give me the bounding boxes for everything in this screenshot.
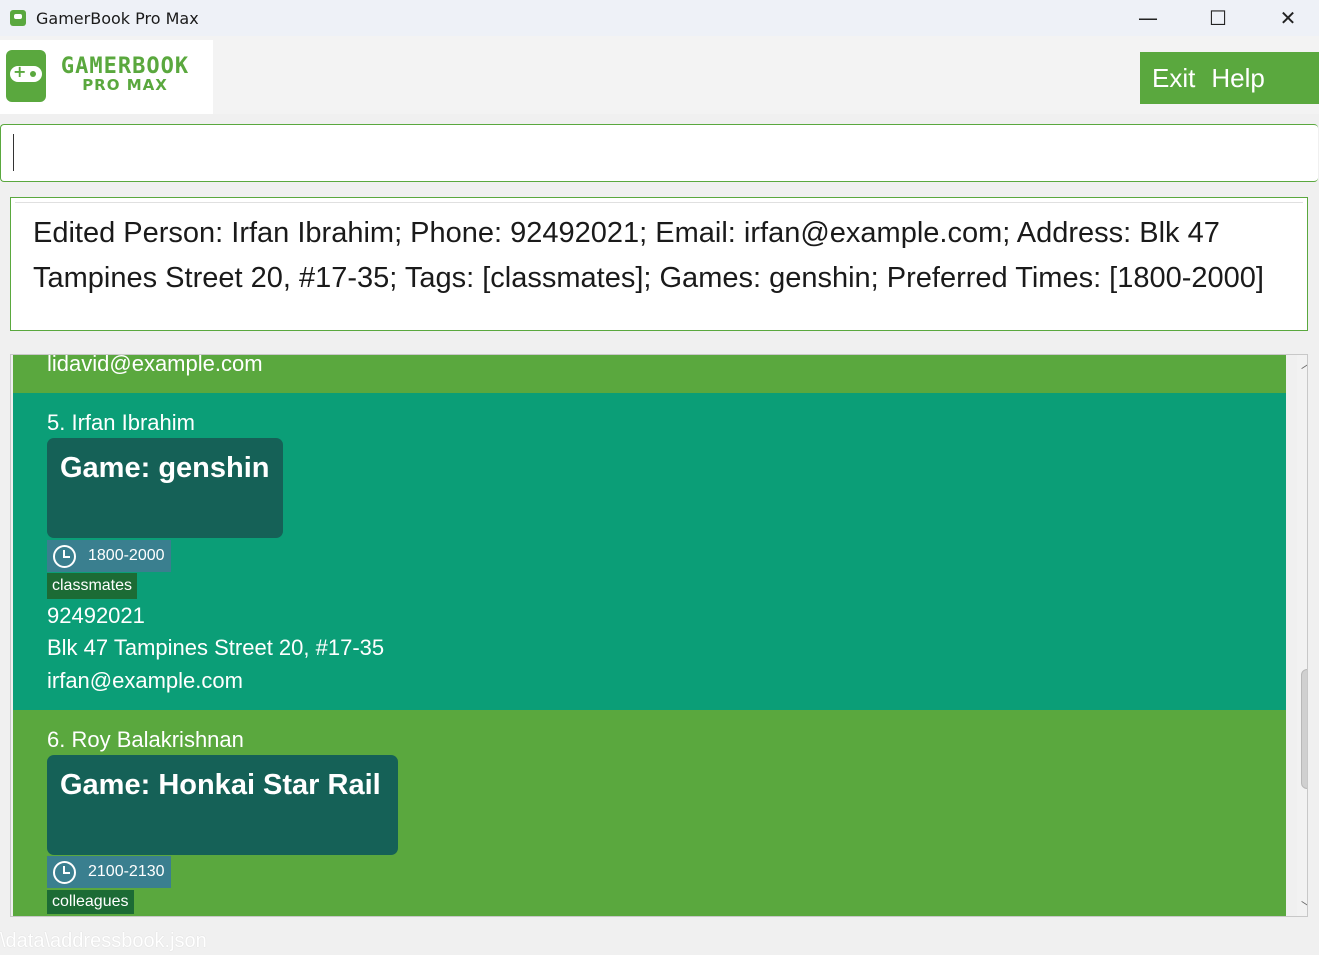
result-display: Edited Person: Irfan Ibrahim; Phone: 924…: [10, 197, 1308, 331]
person-email: irfan@example.com: [47, 668, 243, 693]
person-card[interactable]: lidavid@example.com: [13, 355, 1286, 393]
menu-bar: Exit Help: [1140, 52, 1319, 104]
preferred-time: 1800-2000: [88, 547, 165, 564]
scroll-up-icon[interactable]: ︿: [1297, 355, 1307, 373]
command-input[interactable]: [1, 125, 1318, 181]
game-label: Game: genshin: [60, 452, 270, 484]
app-logo: GAMERBOOK PRO MAX: [0, 40, 213, 114]
game-label: Game: Honkai Star Rail: [60, 769, 381, 801]
person-card[interactable]: 6. Roy Balakrishnan Game: Honkai Star Ra…: [13, 710, 1286, 916]
app-icon: [10, 10, 26, 26]
person-name: 6. Roy Balakrishnan: [47, 727, 244, 752]
menu-help[interactable]: Help: [1211, 63, 1264, 94]
game-card: Game: Honkai Star Rail: [47, 755, 398, 855]
person-card-selected[interactable]: 5. Irfan Ibrahim Game: genshin 1800-2000…: [13, 393, 1286, 710]
result-message: Edited Person: Irfan Ibrahim; Phone: 924…: [33, 217, 1264, 294]
window-title: GamerBook Pro Max: [36, 8, 199, 28]
list-scrollbar[interactable]: ︿ ﹀: [1297, 355, 1307, 916]
tag-badge: classmates: [47, 573, 138, 599]
close-button[interactable]: ✕: [1253, 0, 1319, 36]
preferred-time-badge: 2100-2130: [47, 856, 171, 888]
person-address: Blk 47 Tampines Street 20, #17-35: [47, 635, 385, 660]
person-email: lidavid@example.com: [47, 354, 263, 376]
tag-badge: colleagues: [47, 890, 134, 914]
command-box: [0, 124, 1318, 182]
scroll-thumb[interactable]: [1301, 669, 1307, 789]
preferred-time: 2100-2130: [88, 863, 165, 880]
clock-icon: [53, 860, 76, 884]
minimize-button[interactable]: —: [1113, 0, 1183, 36]
person-name: 5. Irfan Ibrahim: [47, 410, 195, 435]
text-caret: [13, 134, 14, 171]
preferred-time-badge: 1800-2000: [47, 540, 171, 572]
clock-icon: [53, 544, 76, 568]
menu-exit[interactable]: Exit: [1152, 63, 1195, 94]
scroll-down-icon[interactable]: ﹀: [1297, 898, 1307, 916]
person-phone: 92492021: [47, 603, 145, 628]
title-bar: GamerBook Pro Max — ☐ ✕: [0, 0, 1319, 36]
gamepad-icon: [6, 50, 46, 102]
status-bar: \data\addressbook.json: [0, 930, 1319, 955]
game-card: Game: genshin: [47, 438, 283, 538]
person-list[interactable]: lidavid@example.com 5. Irfan Ibrahim Gam…: [10, 354, 1308, 917]
maximize-button[interactable]: ☐: [1183, 0, 1253, 36]
storage-path: \data\addressbook.json: [0, 930, 207, 952]
